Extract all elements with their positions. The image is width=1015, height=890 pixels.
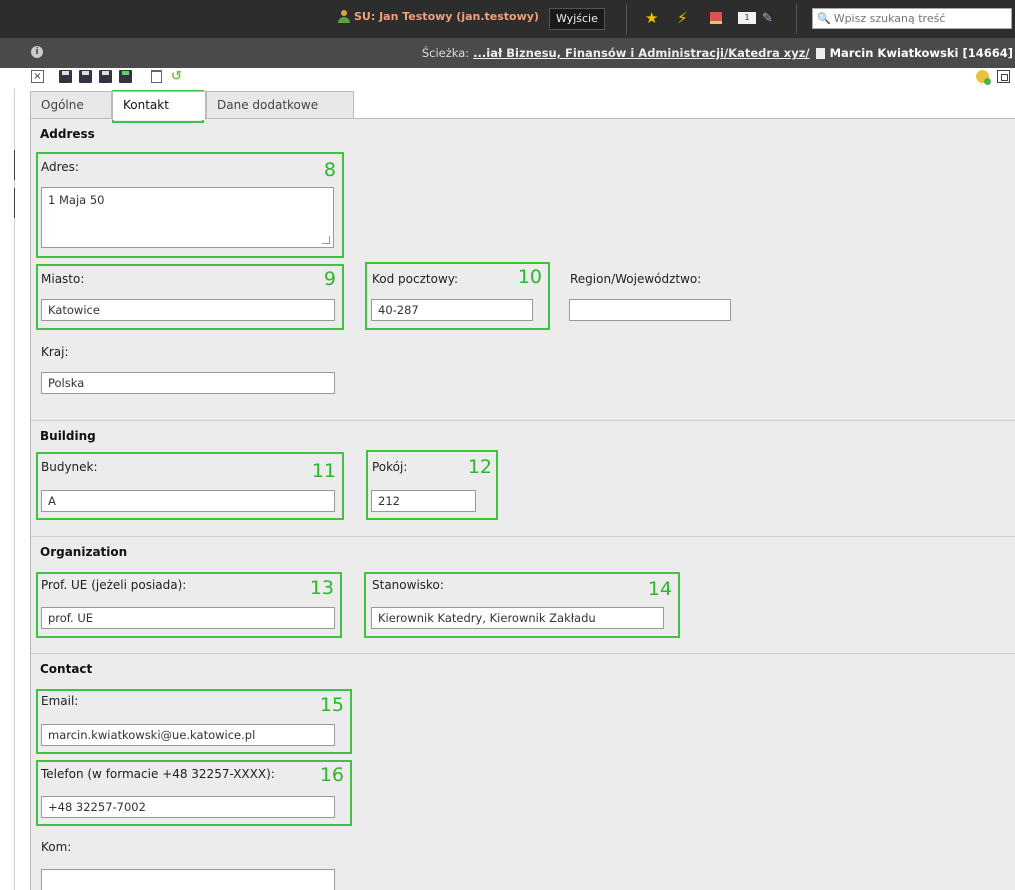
save-copy-icon[interactable] xyxy=(119,70,132,83)
save-icon[interactable] xyxy=(59,70,72,83)
search-box[interactable]: 🔍 xyxy=(812,8,1012,29)
info-icon[interactable]: i xyxy=(31,46,43,58)
user-icon xyxy=(338,10,350,23)
phone-input[interactable] xyxy=(41,796,335,818)
book-icon[interactable] xyxy=(710,12,722,24)
city-label: Miasto: xyxy=(41,272,85,286)
save-close-icon[interactable] xyxy=(79,70,92,83)
email-label: Email: xyxy=(41,694,79,708)
trash-icon[interactable] xyxy=(151,70,162,83)
edit-icon[interactable]: ✎ xyxy=(762,10,773,28)
address-label: Adres: xyxy=(41,160,79,174)
tab-kontakt[interactable]: Kontakt xyxy=(112,91,206,120)
kom-label: Kom: xyxy=(41,840,72,854)
path-current: Marcin Kwiatkowski [14664] xyxy=(829,46,1013,60)
su-label: SU: Jan Testowy (jan.testowy) xyxy=(354,10,539,23)
expand-icon[interactable] xyxy=(997,70,1010,83)
su-user-indicator[interactable]: SU: Jan Testowy (jan.testowy) xyxy=(338,10,539,23)
section-title: Organization xyxy=(40,545,128,559)
resize-handle[interactable] xyxy=(322,236,330,244)
building-input[interactable] xyxy=(41,490,335,512)
postal-code-label: Kod pocztowy: xyxy=(372,272,459,286)
prof-label: Prof. UE (jeżeli posiada): xyxy=(41,578,187,592)
toolbar: × ↺ xyxy=(0,68,1015,89)
path-link[interactable]: ...iał Biznesu, Finansów i Administracji… xyxy=(473,46,809,60)
search-input[interactable] xyxy=(833,12,1004,25)
region-label: Region/Województwo: xyxy=(570,272,702,286)
tab-ogolne[interactable]: Ogólne xyxy=(30,91,112,119)
position-label: Stanowisko: xyxy=(372,578,444,592)
star-icon[interactable]: ★ xyxy=(645,9,658,27)
postal-code-input[interactable] xyxy=(371,299,533,321)
organization-section: Organization xyxy=(31,537,1015,654)
prof-input[interactable] xyxy=(41,607,335,629)
gutter-marker xyxy=(14,188,15,218)
top-bar: SU: Jan Testowy (jan.testowy) Wyjście ★ … xyxy=(0,0,1015,38)
address-input[interactable]: 1 Maja 50 xyxy=(41,187,334,248)
divider xyxy=(626,4,627,34)
badge-icon[interactable]: 1 xyxy=(738,12,756,24)
section-title: Building xyxy=(40,429,96,443)
building-label: Budynek: xyxy=(41,460,98,474)
section-title: Address xyxy=(40,127,95,141)
section-title: Contact xyxy=(40,662,93,676)
close-icon[interactable]: × xyxy=(31,70,44,83)
divider xyxy=(796,4,797,34)
email-input[interactable] xyxy=(41,724,335,746)
country-label: Kraj: xyxy=(41,345,69,359)
add-icon[interactable] xyxy=(976,70,991,85)
gutter-marker xyxy=(14,150,15,180)
exit-button[interactable]: Wyjście xyxy=(549,8,605,30)
country-input[interactable] xyxy=(41,372,335,394)
path-label: Ścieżka: xyxy=(421,46,470,60)
building-section: Building xyxy=(31,421,1015,537)
city-input[interactable] xyxy=(41,299,335,321)
search-icon: 🔍 xyxy=(817,12,831,25)
breadcrumb: Ścieżka: ...iał Biznesu, Finansów i Admi… xyxy=(422,46,1013,60)
phone-label: Telefon (w formacie +48 32257-XXXX): xyxy=(41,767,275,781)
room-input[interactable] xyxy=(371,490,476,512)
tab-dane-dodatkowe[interactable]: Dane dodatkowe xyxy=(206,91,354,119)
undo-icon[interactable]: ↺ xyxy=(171,70,184,83)
kom-input[interactable] xyxy=(41,869,335,890)
document-icon xyxy=(815,47,825,59)
region-input[interactable] xyxy=(569,299,731,321)
save-new-icon[interactable] xyxy=(99,70,112,83)
room-label: Pokój: xyxy=(372,460,408,474)
position-input[interactable] xyxy=(371,607,664,629)
bolt-icon[interactable]: ⚡ xyxy=(677,9,688,27)
